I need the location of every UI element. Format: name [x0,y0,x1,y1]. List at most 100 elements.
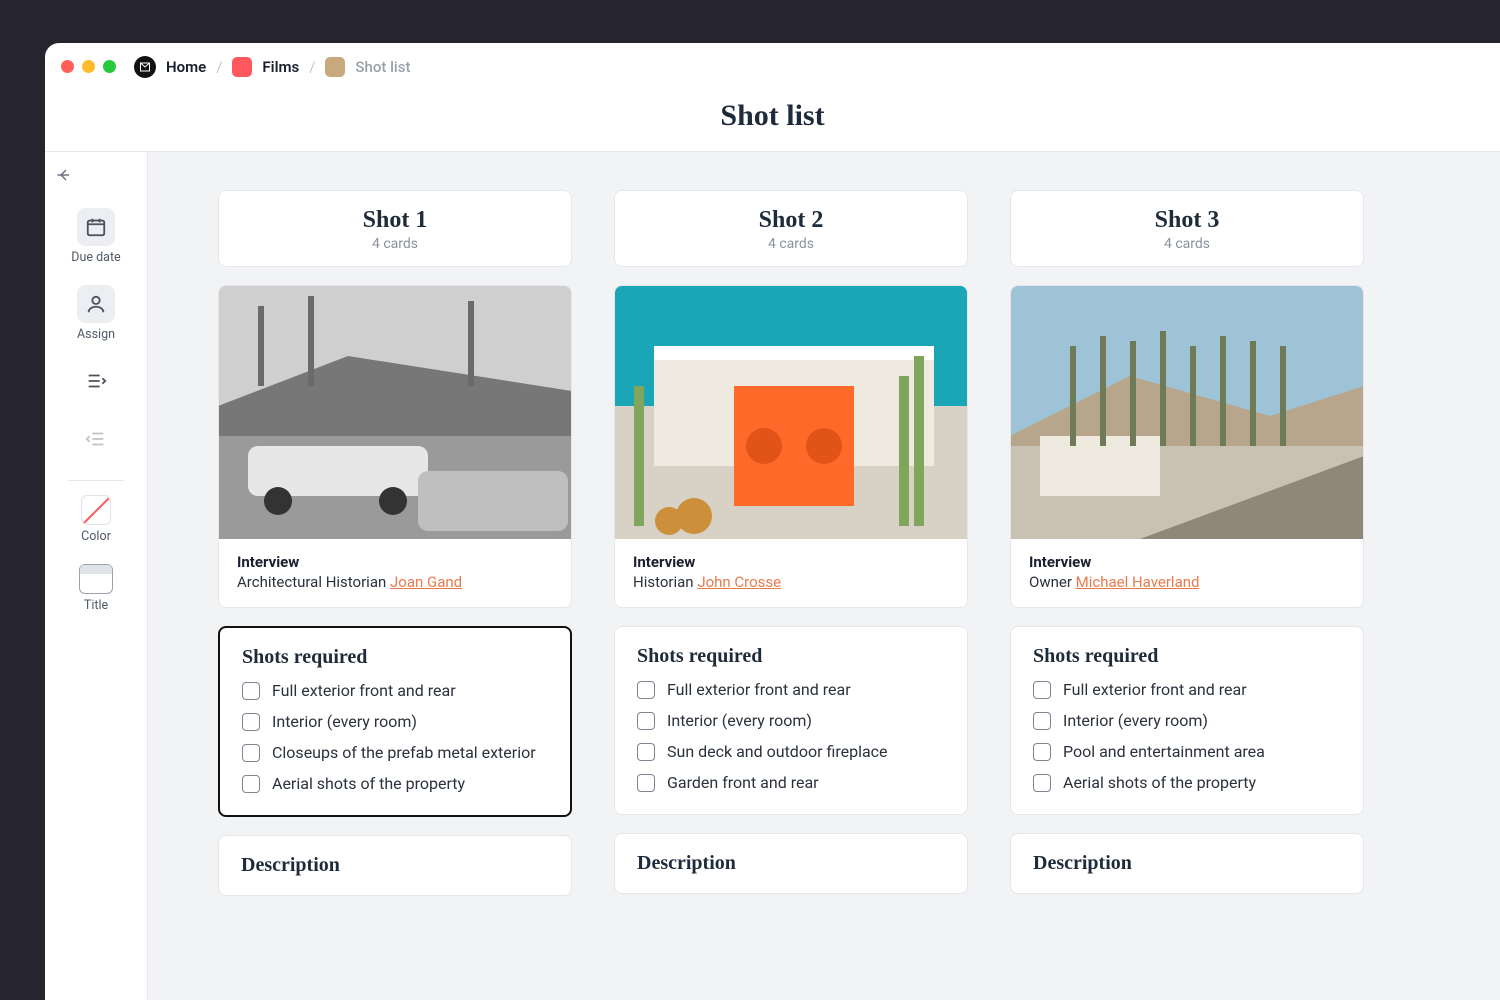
shot-label: Closeups of the prefab metal exterior [272,743,536,762]
interview-role: Owner [1029,573,1076,591]
indent-left-icon [77,420,115,458]
checkbox-icon[interactable] [637,743,655,761]
shot-item[interactable]: Interior (every room) [242,712,548,731]
image-card[interactable]: Interview Historian John Crosse [614,285,968,608]
shot-label: Full exterior front and rear [1063,680,1247,699]
interview-sub: Owner Michael Haverland [1029,573,1345,591]
shot-item[interactable]: Interior (every room) [637,711,945,730]
app-logo-icon[interactable] [134,56,156,78]
shotlist-color-chip-icon [325,57,345,77]
description-heading: Description [241,854,549,877]
shot-label: Aerial shots of the property [272,774,465,793]
thumbnail-image [1011,286,1363,539]
column-header[interactable]: Shot 2 4 cards [614,190,968,267]
interview-role: Architectural Historian [237,573,390,591]
sidebar-item-due-date[interactable]: Due date [68,202,124,275]
breadcrumb: Home / Films / Shot list [166,57,410,77]
window-controls [61,60,116,73]
checkbox-icon[interactable] [242,775,260,793]
interview-person-link[interactable]: Michael Haverland [1076,573,1200,591]
sidebar-item-label: Due date [71,250,120,265]
column-header[interactable]: Shot 1 4 cards [218,190,572,267]
interview-person-link[interactable]: Joan Gand [390,573,462,591]
shot-item[interactable]: Full exterior front and rear [637,680,945,699]
interview-person-link[interactable]: John Crosse [697,573,781,591]
column-header[interactable]: Shot 3 4 cards [1010,190,1364,267]
shots-required-card[interactable]: Shots required Full exterior front and r… [218,626,572,817]
shot-item[interactable]: Pool and entertainment area [1033,742,1341,761]
shot-label: Garden front and rear [667,773,819,792]
description-heading: Description [1033,852,1341,875]
interview-label: Interview [633,553,949,571]
card-count: 4 cards [231,236,559,252]
shot-label: Full exterior front and rear [667,680,851,699]
sidebar-item-indent-right[interactable] [68,356,124,410]
card-count: 4 cards [1023,236,1351,252]
checkbox-icon[interactable] [637,712,655,730]
person-icon [77,285,115,323]
sidebar-item-label: Title [84,598,108,613]
close-window-icon[interactable] [61,60,74,73]
description-heading: Description [637,852,945,875]
minimize-window-icon[interactable] [82,60,95,73]
sidebar-back-button[interactable] [45,160,83,194]
breadcrumb-sep-icon: / [309,58,315,76]
breadcrumb-home[interactable]: Home [166,58,206,76]
shots-heading: Shots required [242,646,548,669]
title-card-icon [79,564,113,594]
interview-label: Interview [237,553,553,571]
shot-label: Interior (every room) [1063,711,1208,730]
shot-item[interactable]: Aerial shots of the property [242,774,548,793]
sidebar-item-color[interactable]: Color [68,489,124,554]
checkbox-icon[interactable] [242,744,260,762]
description-card[interactable]: Description [1010,833,1364,894]
image-card[interactable]: Interview Architectural Historian Joan G… [218,285,572,608]
shot-item[interactable]: Aerial shots of the property [1033,773,1341,792]
checkbox-icon[interactable] [1033,743,1051,761]
checkbox-icon[interactable] [1033,712,1051,730]
app-window: Home / Films / Shot list Shot list [45,43,1500,1000]
zoom-window-icon[interactable] [103,60,116,73]
breadcrumb-films[interactable]: Films [262,58,299,76]
page-title: Shot list [45,91,1500,152]
column-shot-2: Shot 2 4 cards [614,190,968,1000]
interview-sub: Architectural Historian Joan Gand [237,573,553,591]
breadcrumb-shotlist[interactable]: Shot list [355,58,410,76]
description-card[interactable]: Description [218,835,572,896]
description-card[interactable]: Description [614,833,968,894]
shot-item[interactable]: Interior (every room) [1033,711,1341,730]
shot-item[interactable]: Garden front and rear [637,773,945,792]
interview-label: Interview [1029,553,1345,571]
shot-item[interactable]: Full exterior front and rear [242,681,548,700]
column-shot-3: Shot 3 4 cards [1010,190,1364,1000]
shot-item[interactable]: Full exterior front and rear [1033,680,1341,699]
shot-item[interactable]: Sun deck and outdoor fireplace [637,742,945,761]
shots-required-card[interactable]: Shots required Full exterior front and r… [1010,626,1364,815]
indent-right-icon [77,362,115,400]
checkbox-icon[interactable] [637,681,655,699]
thumbnail-image [615,286,967,539]
shots-heading: Shots required [637,645,945,668]
column-title: Shot 3 [1023,207,1351,234]
shots-required-card[interactable]: Shots required Full exterior front and r… [614,626,968,815]
column-shot-1: Shot 1 4 cards [218,190,572,1000]
sidebar-divider [68,480,124,481]
checkbox-icon[interactable] [637,774,655,792]
sidebar-item-indent-left[interactable] [68,414,124,468]
shot-label: Sun deck and outdoor fireplace [667,742,888,761]
calendar-icon [77,208,115,246]
shot-item[interactable]: Closeups of the prefab metal exterior [242,743,548,762]
shot-label: Aerial shots of the property [1063,773,1256,792]
sidebar-item-assign[interactable]: Assign [68,279,124,352]
interview-role: Historian [633,573,697,591]
shots-heading: Shots required [1033,645,1341,668]
sidebar-item-title[interactable]: Title [68,558,124,623]
interview-sub: Historian John Crosse [633,573,949,591]
checkbox-icon[interactable] [242,713,260,731]
checkbox-icon[interactable] [242,682,260,700]
checkbox-icon[interactable] [1033,681,1051,699]
topbar: Home / Films / Shot list [45,43,1500,91]
image-card[interactable]: Interview Owner Michael Haverland [1010,285,1364,608]
column-title: Shot 1 [231,207,559,234]
checkbox-icon[interactable] [1033,774,1051,792]
